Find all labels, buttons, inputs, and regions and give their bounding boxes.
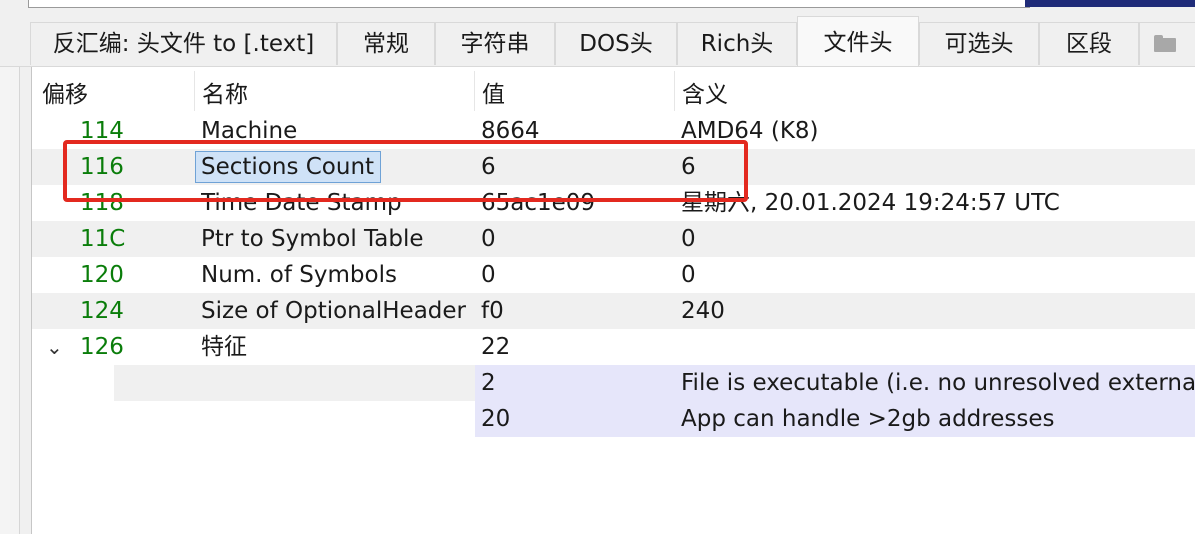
chevron-down-icon[interactable]: ⌄: [46, 329, 63, 365]
tab-overflow[interactable]: [1139, 22, 1195, 65]
table-row[interactable]: 114 Machine 8664 AMD64 (K8): [32, 113, 1195, 149]
meaning-cell: 0: [681, 226, 696, 252]
value-cell[interactable]: 22: [481, 329, 510, 365]
tab-strings[interactable]: 字符串: [435, 22, 555, 65]
column-header-name[interactable]: 名称: [202, 75, 248, 109]
offset-cell: 114: [80, 118, 124, 144]
name-cell: 特征: [201, 334, 247, 360]
offset-cell: 124: [80, 298, 124, 324]
name-cell: Ptr to Symbol Table: [201, 226, 424, 252]
left-gutter: [0, 67, 20, 534]
flag-value-cell: 2: [481, 370, 496, 396]
value-cell[interactable]: f0: [481, 293, 504, 329]
table-row[interactable]: 120 Num. of Symbols 0 0: [32, 257, 1195, 293]
flag-row[interactable]: 2 File is executable (i.e. no unresolved…: [475, 365, 1195, 401]
column-header-meaning[interactable]: 含义: [682, 75, 728, 109]
offset-cell: 120: [80, 262, 124, 288]
name-cell: Num. of Symbols: [201, 262, 397, 288]
value-cell[interactable]: 0: [481, 257, 496, 293]
offset-cell: 11C: [80, 226, 126, 252]
tab-rich-header[interactable]: Rich头: [677, 22, 797, 65]
table-row[interactable]: 124 Size of OptionalHeader f0 240: [32, 293, 1195, 329]
tab-optional-header[interactable]: 可选头: [919, 22, 1039, 65]
meaning-cell: 6: [681, 154, 696, 180]
offset-cell: 118: [80, 190, 124, 216]
tab-bar: 反汇编: 头文件 to [.text] 常规 字符串 DOS头 Rich头 文件…: [0, 16, 1195, 67]
table-row[interactable]: 11C Ptr to Symbol Table 0 0: [32, 221, 1195, 257]
column-divider[interactable]: [674, 71, 675, 111]
top-right-bar: [1025, 0, 1195, 7]
table-row-expandable[interactable]: ⌄ 126 特征 22: [32, 329, 1195, 365]
table-row[interactable]: 118 Time Date Stamp 65ac1e09 星期六, 20.01.…: [32, 185, 1195, 221]
tab-general[interactable]: 常规: [337, 22, 435, 65]
value-cell[interactable]: 8664: [481, 113, 540, 149]
flag-meaning-cell: App can handle >2gb addresses: [681, 406, 1055, 432]
meaning-cell: 0: [681, 262, 696, 288]
file-header-table: 偏移 名称 值 含义 114 Machine 8664 AMD64 (K8) 1…: [31, 67, 1195, 534]
meaning-cell: 240: [681, 298, 725, 324]
column-header-value[interactable]: 值: [482, 75, 505, 109]
offset-cell: 126: [80, 334, 124, 360]
folder-icon: [1154, 35, 1176, 52]
meaning-cell: AMD64 (K8): [681, 118, 819, 144]
tab-file-header[interactable]: 文件头: [797, 16, 919, 66]
name-cell-selected[interactable]: Sections Count: [195, 151, 381, 183]
value-cell[interactable]: 6: [481, 149, 496, 185]
name-cell: Size of OptionalHeader: [201, 298, 466, 324]
tab-disassembly[interactable]: 反汇编: 头文件 to [.text]: [30, 22, 337, 65]
top-toolbar-strip: [0, 0, 1195, 16]
flag-row-spacer: [114, 365, 475, 401]
value-cell[interactable]: 65ac1e09: [481, 185, 595, 221]
tab-sections[interactable]: 区段: [1039, 22, 1139, 65]
table-row-selected[interactable]: 116 Sections Count 6 6: [32, 149, 1195, 185]
tab-dos-header[interactable]: DOS头: [555, 22, 677, 65]
address-input[interactable]: [28, 0, 1030, 8]
flag-row[interactable]: 20 App can handle >2gb addresses: [475, 401, 1195, 437]
offset-cell: 116: [80, 154, 124, 180]
column-divider[interactable]: [474, 71, 475, 111]
name-cell: Machine: [201, 118, 298, 144]
meaning-cell: 星期六, 20.01.2024 19:24:57 UTC: [681, 190, 1060, 216]
column-divider[interactable]: [194, 71, 195, 111]
column-header-offset[interactable]: 偏移: [42, 75, 88, 109]
flag-value-cell: 20: [481, 406, 511, 432]
name-cell: Time Date Stamp: [201, 190, 402, 216]
value-cell[interactable]: 0: [481, 221, 496, 257]
flag-meaning-cell: File is executable (i.e. no unresolved e…: [681, 370, 1195, 396]
